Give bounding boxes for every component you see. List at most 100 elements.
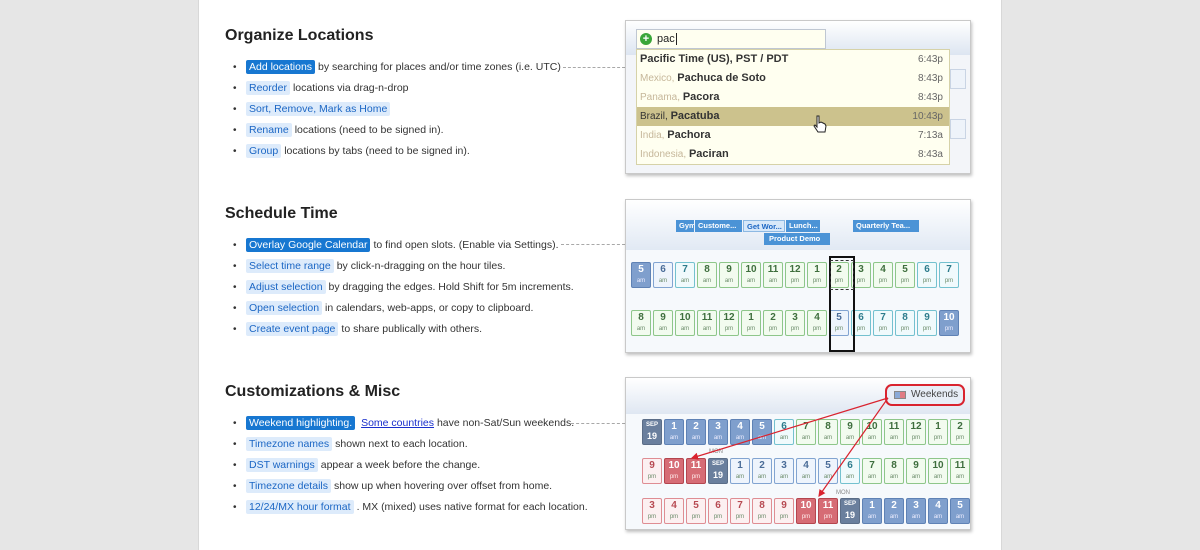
- section-schedule-time: Schedule Time Overlay Google Calendarto …: [225, 205, 605, 343]
- hour-suffix: pm: [790, 278, 800, 284]
- connector-line: [563, 67, 625, 68]
- feature-link-hour-format[interactable]: 12/24/MX hour format: [246, 500, 354, 514]
- hour-tile[interactable]: 10 pm: [939, 310, 959, 336]
- feature-link-open-selection[interactable]: Open selection: [246, 301, 323, 315]
- hour-tile[interactable]: 5 pm: [829, 310, 849, 336]
- hour-tile[interactable]: 11 am: [697, 310, 717, 336]
- hour-tile[interactable]: 10 am: [675, 310, 695, 336]
- hour-number: 5: [638, 264, 644, 275]
- feature-link-dst-warnings[interactable]: DST warnings: [246, 458, 318, 472]
- feature-text: by click-n-dragging on the hour tiles.: [336, 260, 506, 272]
- hour-suffix: pm: [922, 326, 932, 332]
- feature-text: . MX (mixed) uses native format for each…: [356, 501, 588, 513]
- hour-number: 4: [814, 312, 820, 323]
- section-title: Customizations & Misc: [225, 383, 401, 400]
- calendar-event[interactable]: Custome...: [695, 220, 742, 232]
- result-name: Pacatuba: [670, 110, 720, 122]
- time-selection[interactable]: [830, 260, 854, 290]
- calendar-event[interactable]: Gym: [676, 220, 694, 232]
- hour-suffix: pm: [768, 326, 778, 332]
- feature-item: Grouplocations by tabs (need to be signe…: [225, 144, 605, 165]
- side-tile: [950, 69, 966, 89]
- arrow-line: [690, 397, 889, 460]
- feature-link-add-locations[interactable]: Add locations: [246, 60, 316, 74]
- hour-tile[interactable]: 7 pm: [939, 262, 959, 288]
- hour-tile[interactable]: 4 pm: [807, 310, 827, 336]
- hour-tile[interactable]: 2 pm: [763, 310, 783, 336]
- feature-item: Add locationsby searching for places and…: [225, 60, 605, 81]
- location-search-input[interactable]: + pac: [636, 29, 826, 49]
- hour-tile[interactable]: 9 pm: [917, 310, 937, 336]
- text-cursor: [675, 33, 680, 45]
- hour-suffix: am: [636, 326, 646, 332]
- feature-text: shown next to each location.: [335, 438, 468, 450]
- feature-text: by searching for places and/or time zone…: [318, 61, 561, 73]
- search-result-item[interactable]: Indonesia, Paciran 8:43a: [637, 145, 949, 164]
- some-countries-link[interactable]: Some countries: [361, 417, 434, 429]
- hour-suffix: pm: [944, 326, 954, 332]
- hour-tile[interactable]: 8 am: [631, 310, 651, 336]
- hour-tile[interactable]: 7 am: [675, 262, 695, 288]
- feature-link-group[interactable]: Group: [246, 144, 282, 158]
- calendar-event[interactable]: Quarterly Tea...: [853, 220, 919, 232]
- hour-tile[interactable]: 12 pm: [719, 310, 739, 336]
- feature-text: in calendars, web-apps, or copy to clipb…: [325, 302, 534, 314]
- hour-tile[interactable]: 8 am: [697, 262, 717, 288]
- hour-tile[interactable]: 10 am: [741, 262, 761, 288]
- feature-link-timezone-names[interactable]: Timezone names: [246, 437, 333, 451]
- result-time: 8:43p: [917, 73, 943, 84]
- hour-number: 2: [770, 312, 776, 323]
- hour-suffix: pm: [746, 326, 756, 332]
- hour-tile[interactable]: 6 pm: [917, 262, 937, 288]
- feature-item: 12/24/MX hour format. MX (mixed) uses na…: [225, 500, 605, 521]
- hour-number: 3: [792, 312, 798, 323]
- hour-number: 9: [660, 312, 666, 323]
- hour-number: 12: [789, 264, 801, 275]
- hour-tile[interactable]: 5 pm: [895, 262, 915, 288]
- result-name: Pachuca de Soto: [677, 72, 766, 84]
- feature-link-sort[interactable]: Sort, Remove, Mark as Home: [246, 102, 391, 116]
- feature-link-create-event[interactable]: Create event page: [246, 322, 339, 336]
- calendar-event[interactable]: Product Demo: [764, 233, 830, 245]
- side-tile: [950, 119, 966, 139]
- hour-number: 7: [682, 264, 688, 275]
- hour-tile[interactable]: 5 am: [631, 262, 651, 288]
- search-result-item[interactable]: Panama, Pacora 8:43p: [637, 88, 949, 107]
- feature-link-weekend-highlighting[interactable]: Weekend highlighting.: [246, 416, 356, 430]
- hour-tile[interactable]: 11 am: [763, 262, 783, 288]
- search-result-item[interactable]: India, Pachora 7:13a: [637, 126, 949, 145]
- feature-link-timezone-details[interactable]: Timezone details: [246, 479, 331, 493]
- hour-suffix: am: [724, 278, 734, 284]
- hour-number: 11: [767, 264, 779, 275]
- search-result-item[interactable]: Pacific Time (US), PST / PDT 6:43p: [637, 50, 949, 69]
- arrow-line: [818, 397, 889, 497]
- hour-tile[interactable]: 3 pm: [785, 310, 805, 336]
- hour-suffix: am: [680, 278, 690, 284]
- search-result-item[interactable]: Mexico, Pachuca de Soto 8:43p: [637, 69, 949, 88]
- feature-link-overlay-calendar[interactable]: Overlay Google Calendar: [246, 238, 371, 252]
- hour-suffix: pm: [812, 326, 822, 332]
- hour-tile[interactable]: 1 pm: [741, 310, 761, 336]
- hour-tile[interactable]: 12 pm: [785, 262, 805, 288]
- hour-suffix: pm: [944, 278, 954, 284]
- calendar-event[interactable]: Lunch...: [786, 220, 820, 232]
- hour-suffix: pm: [878, 326, 888, 332]
- feature-link-reorder[interactable]: Reorder: [246, 81, 290, 95]
- hour-tile[interactable]: 9 am: [653, 310, 673, 336]
- hour-tile[interactable]: 4 pm: [873, 262, 893, 288]
- hour-tile[interactable]: 9 am: [719, 262, 739, 288]
- connector-line: [571, 423, 625, 424]
- hour-tile[interactable]: 7 pm: [873, 310, 893, 336]
- calendar-event[interactable]: Get Wor...: [743, 220, 785, 232]
- hour-tile[interactable]: 1 pm: [807, 262, 827, 288]
- feature-link-select-range[interactable]: Select time range: [246, 259, 334, 273]
- feature-link-rename[interactable]: Rename: [246, 123, 292, 137]
- hour-tile[interactable]: 8 pm: [895, 310, 915, 336]
- hour-suffix: pm: [922, 278, 932, 284]
- hour-tile[interactable]: 6 am: [653, 262, 673, 288]
- search-result-item[interactable]: Brazil, Pacatuba 10:43p: [637, 107, 949, 126]
- search-demo-panel: + pac Pacific Time (US), PST / PDT 6:43p M…: [625, 20, 971, 174]
- feature-link-adjust-selection[interactable]: Adjust selection: [246, 280, 326, 294]
- result-country: Indonesia,: [640, 149, 689, 160]
- hour-suffix: am: [702, 278, 712, 284]
